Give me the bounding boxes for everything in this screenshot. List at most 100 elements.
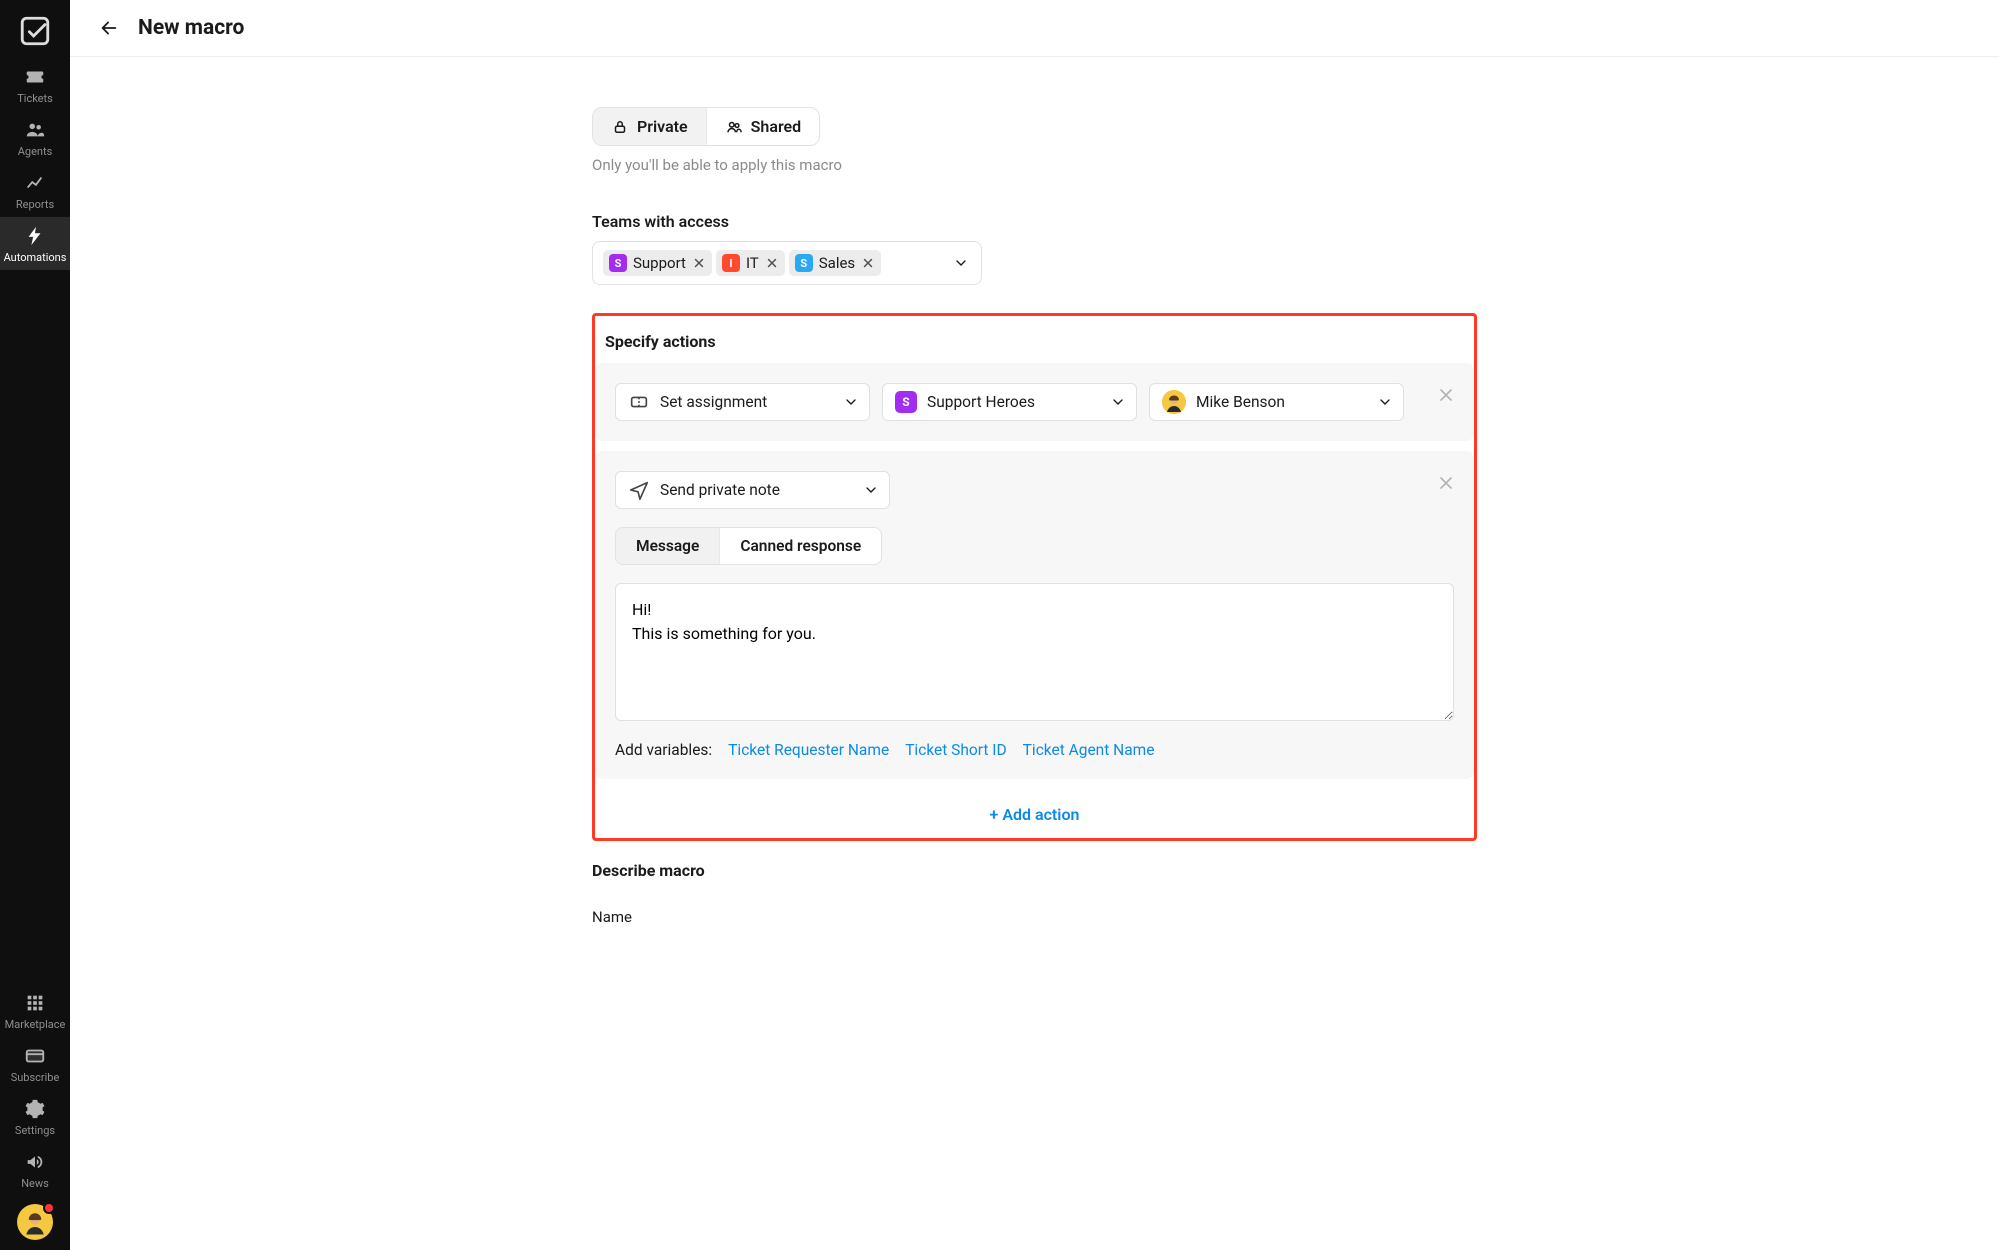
form-column: Private Shared Only you'll be able to ap…	[592, 107, 1477, 1250]
chevron-down-icon	[1110, 394, 1126, 410]
team-chip-support: S Support	[603, 250, 712, 276]
variable-link-agent[interactable]: Ticket Agent Name	[1023, 741, 1155, 759]
select-value: Set assignment	[660, 393, 767, 411]
variable-link-requester[interactable]: Ticket Requester Name	[728, 741, 889, 759]
teams-select[interactable]: S Support I IT S Sales	[592, 241, 982, 285]
action-agent-select[interactable]: Mike Benson	[1149, 383, 1404, 421]
team-badge: S	[895, 391, 917, 413]
sidebar-label: Automations	[4, 251, 67, 264]
top-bar: New macro	[70, 0, 1999, 57]
message-textarea[interactable]	[615, 583, 1454, 721]
sidebar-top-group: Tickets Agents Reports Automations	[0, 58, 70, 270]
avatar-face-icon	[1162, 390, 1186, 414]
chevron-down-icon	[953, 255, 969, 271]
bolt-icon	[24, 225, 46, 247]
app-logo[interactable]	[18, 14, 52, 48]
close-icon	[1436, 385, 1456, 405]
sidebar-label: Reports	[16, 198, 54, 211]
select-value: Support Heroes	[927, 393, 1035, 411]
add-variables-label: Add variables:	[615, 741, 712, 759]
team-badge: S	[609, 254, 627, 272]
team-chip-label: Sales	[819, 254, 855, 272]
describe-macro-heading: Describe macro	[592, 861, 1477, 880]
ticket-icon	[24, 66, 46, 88]
sidebar-label: Tickets	[17, 92, 53, 105]
chevron-down-icon	[863, 482, 879, 498]
team-badge: S	[795, 254, 813, 272]
variable-link-short-id[interactable]: Ticket Short ID	[905, 741, 1006, 759]
tab-canned-response[interactable]: Canned response	[720, 528, 881, 564]
card-icon	[24, 1045, 46, 1067]
tab-message[interactable]: Message	[616, 528, 720, 564]
sidebar-item-reports[interactable]: Reports	[0, 164, 70, 217]
visibility-shared-label: Shared	[751, 117, 802, 136]
visibility-private-label: Private	[637, 117, 688, 136]
remove-team-button[interactable]	[861, 256, 875, 270]
team-chip-label: Support	[633, 254, 686, 272]
add-action-button[interactable]: + Add action	[595, 789, 1474, 838]
people-icon	[725, 118, 743, 136]
message-tabs: Message Canned response	[615, 527, 882, 565]
teams-expand[interactable]	[953, 255, 969, 271]
select-value: Mike Benson	[1196, 393, 1285, 411]
team-badge: I	[722, 254, 740, 272]
close-icon	[765, 256, 779, 270]
visibility-hint: Only you'll be able to apply this macro	[592, 156, 1477, 174]
specify-actions-heading: Specify actions	[595, 316, 1474, 363]
teams-label: Teams with access	[592, 212, 1477, 231]
action-type-select[interactable]: Send private note	[615, 471, 890, 509]
chevron-down-icon	[843, 394, 859, 410]
action-team-select[interactable]: S Support Heroes	[882, 383, 1137, 421]
chevron-down-icon	[1377, 394, 1393, 410]
sidebar-item-automations[interactable]: Automations	[0, 217, 70, 270]
sidebar-label: Marketplace	[5, 1018, 66, 1031]
paper-plane-icon	[628, 479, 650, 501]
specify-actions-section: Specify actions Set assignment	[592, 313, 1477, 841]
sidebar-label: Agents	[18, 145, 53, 158]
remove-action-button[interactable]	[1436, 385, 1456, 405]
agent-avatar	[1162, 390, 1186, 414]
checkbox-logo-icon	[18, 14, 52, 48]
app-sidebar: Tickets Agents Reports Automations	[0, 0, 70, 1250]
sidebar-item-news[interactable]: News	[0, 1143, 70, 1196]
visibility-segmented: Private Shared	[592, 107, 820, 146]
notification-dot	[43, 1202, 55, 1214]
arrow-left-icon	[98, 17, 120, 39]
visibility-shared-option[interactable]: Shared	[707, 108, 820, 145]
sidebar-label: Settings	[15, 1124, 55, 1137]
remove-team-button[interactable]	[692, 256, 706, 270]
back-button[interactable]	[98, 17, 120, 39]
grid-icon	[24, 992, 46, 1014]
sidebar-item-subscribe[interactable]: Subscribe	[0, 1037, 70, 1090]
reports-icon	[24, 172, 46, 194]
team-chip-sales: S Sales	[789, 250, 881, 276]
sidebar-item-marketplace[interactable]: Marketplace	[0, 984, 70, 1037]
visibility-private-option[interactable]: Private	[593, 108, 707, 145]
lock-icon	[611, 118, 629, 136]
close-icon	[1436, 473, 1456, 493]
action-type-select[interactable]: Set assignment	[615, 383, 870, 421]
main-area: New macro Private Shared Only you'	[70, 0, 1999, 1250]
remove-action-button[interactable]	[1436, 473, 1456, 493]
sidebar-label: Subscribe	[11, 1071, 60, 1084]
action-card-note: Send private note Message Canned respons…	[595, 451, 1474, 779]
sidebar-bottom-group: Marketplace Subscribe Settings News	[0, 984, 70, 1196]
add-variables-row: Add variables: Ticket Requester Name Tic…	[615, 741, 1454, 759]
action-card-assignment: Set assignment S Support Heroes	[595, 363, 1474, 441]
sidebar-item-tickets[interactable]: Tickets	[0, 58, 70, 111]
team-chip-label: IT	[746, 254, 759, 272]
agents-icon	[24, 119, 46, 141]
sidebar-item-agents[interactable]: Agents	[0, 111, 70, 164]
sidebar-item-settings[interactable]: Settings	[0, 1090, 70, 1143]
content-scroll: Private Shared Only you'll be able to ap…	[70, 57, 1999, 1250]
user-avatar[interactable]	[17, 1204, 53, 1240]
team-chip-it: I IT	[716, 250, 785, 276]
name-field-label: Name	[592, 908, 1477, 926]
page-title: New macro	[138, 16, 244, 40]
sidebar-label: News	[21, 1177, 49, 1190]
close-icon	[692, 256, 706, 270]
select-value: Send private note	[660, 481, 780, 499]
ticket-icon	[628, 391, 650, 413]
close-icon	[861, 256, 875, 270]
remove-team-button[interactable]	[765, 256, 779, 270]
